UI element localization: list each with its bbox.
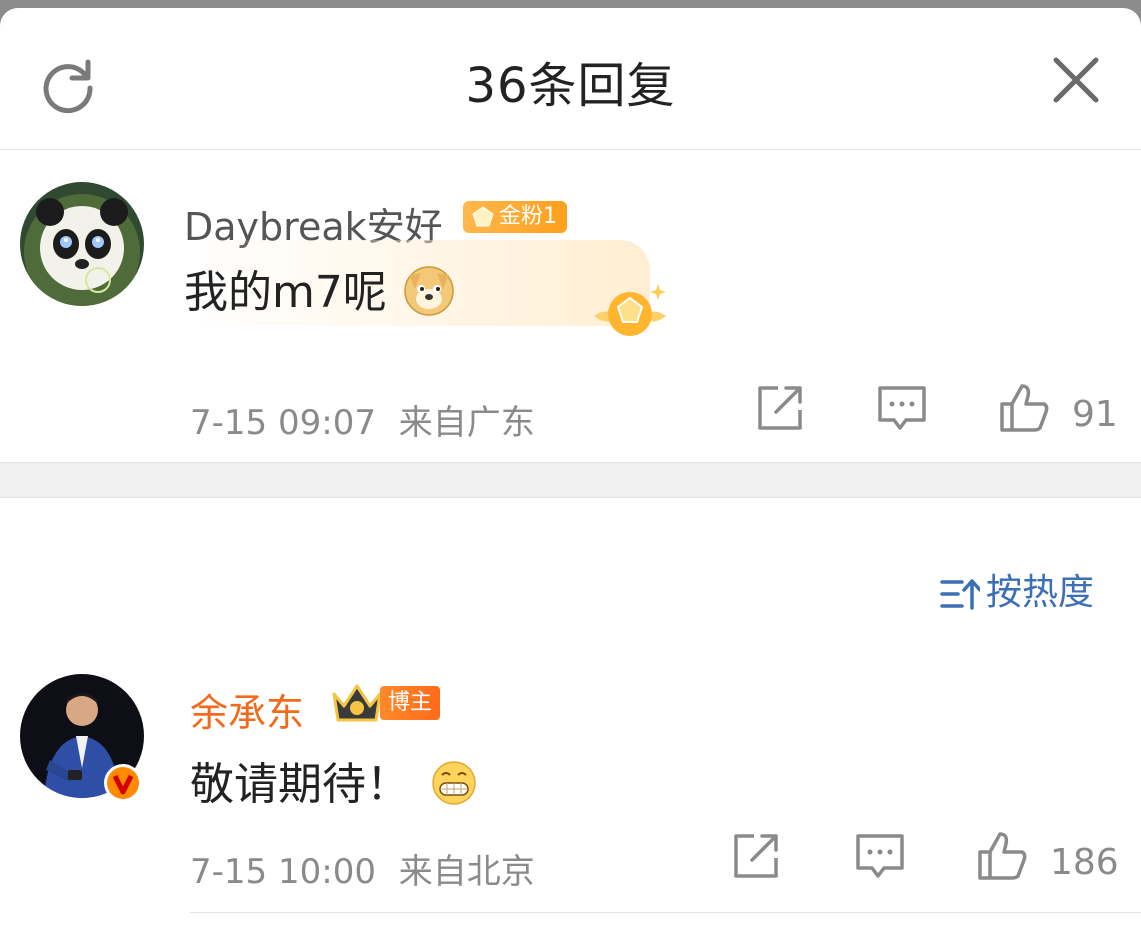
sort-label: 按热度 xyxy=(986,572,1095,613)
replies-sheet: 36条回复 Daybreak安好 金粉1 我的m7呢 7-15 09:07 来自… xyxy=(0,8,1141,928)
like-count: 91 xyxy=(1072,394,1118,435)
share-icon[interactable] xyxy=(730,830,782,882)
page-title: 36条回复 xyxy=(465,58,676,114)
grin-emoji-icon xyxy=(432,761,476,805)
comment-time: 7-15 10:00 xyxy=(190,852,376,892)
comment-text: 敬请期待！ xyxy=(190,759,410,810)
comment-content: 我的m7呢 xyxy=(184,256,457,320)
comment-icon[interactable] xyxy=(854,830,906,882)
share-icon[interactable] xyxy=(754,382,806,434)
panda-avatar-image xyxy=(20,182,144,306)
comment-content: 敬请期待！ xyxy=(190,748,478,812)
comment-meta: 7-15 09:07 来自广东 xyxy=(190,395,535,444)
gem-icon xyxy=(472,206,494,227)
host-badge[interactable]: 博主 xyxy=(380,686,441,720)
sort-by-heat-button[interactable]: 按热度 xyxy=(940,563,1094,613)
doge-emoji-icon xyxy=(404,266,454,316)
fan-badge[interactable]: 金粉1 xyxy=(463,201,567,233)
verified-badge xyxy=(104,764,142,802)
fan-badge-label: 金粉1 xyxy=(499,204,557,229)
like-icon[interactable] xyxy=(976,830,1028,882)
section-divider xyxy=(0,462,1141,498)
like-icon[interactable] xyxy=(998,382,1050,434)
sort-icon xyxy=(940,579,982,610)
comment-text: 我的m7呢 xyxy=(184,267,387,318)
crown-icon xyxy=(332,684,382,722)
username[interactable]: 余承东 xyxy=(190,682,304,737)
verified-v-icon xyxy=(107,767,139,799)
comment-icon[interactable] xyxy=(876,382,928,434)
avatar[interactable] xyxy=(20,182,144,306)
comment-location: 来自北京 xyxy=(398,852,535,892)
medal-decoration-icon xyxy=(594,284,666,336)
comment-meta: 7-15 10:00 来自北京 xyxy=(190,844,535,893)
comment-time: 7-15 09:07 xyxy=(190,403,376,443)
close-icon[interactable] xyxy=(1048,52,1104,108)
comment-location: 来自广东 xyxy=(398,403,535,443)
bottom-divider xyxy=(190,912,1141,913)
sheet-header: 36条回复 xyxy=(0,8,1141,150)
like-count: 186 xyxy=(1050,842,1119,883)
